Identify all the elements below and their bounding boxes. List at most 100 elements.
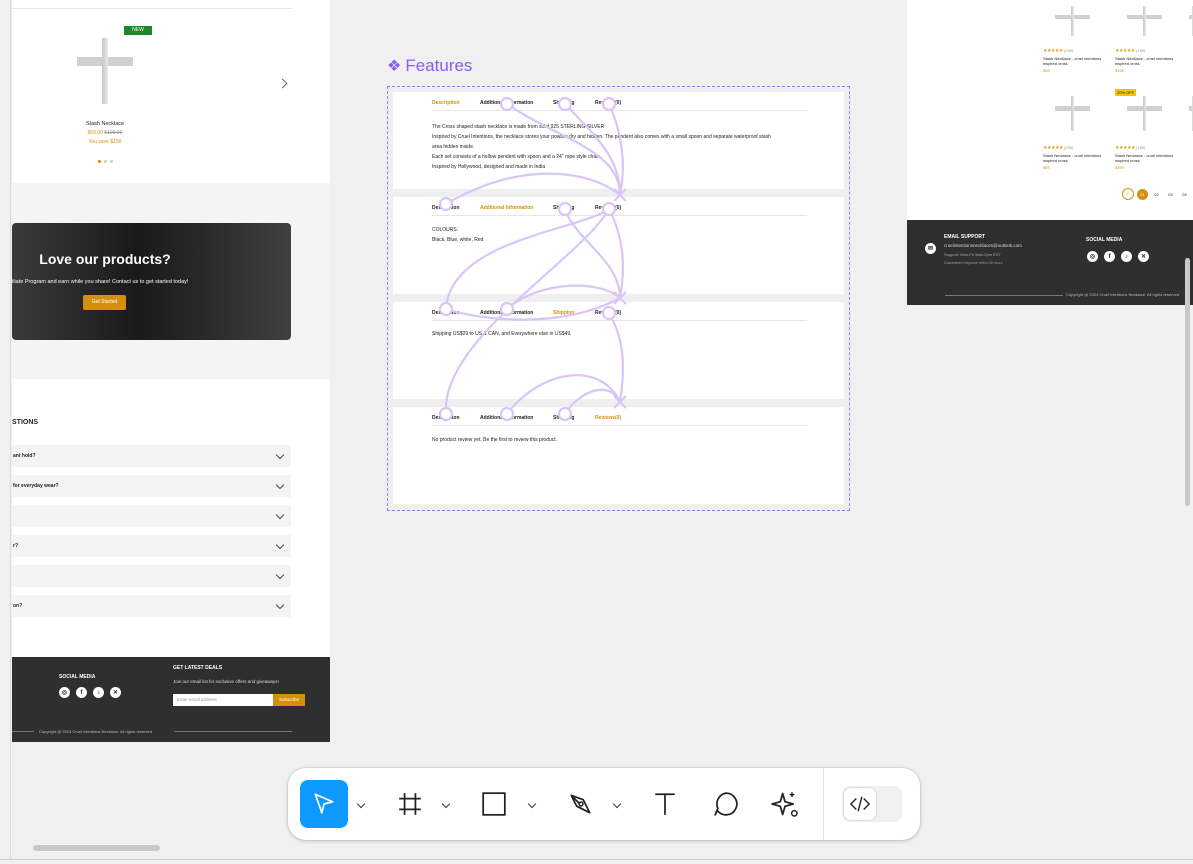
tab-shipping[interactable]: Shipping [553, 310, 574, 316]
toolbar-divider [823, 768, 824, 840]
facebook-icon[interactable]: f [76, 687, 87, 698]
tab-description[interactable]: Description [432, 310, 460, 316]
variant-description[interactable]: Description Additional Information Shipp… [393, 92, 844, 189]
support-email[interactable]: cruelintentionsnecklaces@outlook.com [944, 243, 1022, 248]
text-line: area hidden inside. [432, 144, 475, 150]
product-image[interactable] [1043, 89, 1102, 138]
get-started-button[interactable]: Get Started [83, 295, 126, 310]
left-footer: SOCIAL MEDIA ◎ f ♪ ✕ GET LATEST DEALS Jo… [12, 657, 330, 742]
dot[interactable] [104, 160, 107, 163]
chevron-down-icon[interactable] [275, 540, 285, 549]
right-frame: ★★★★★ (239) Stash Necklace - cruel inten… [907, 0, 1193, 220]
move-tool[interactable] [300, 780, 348, 828]
faq-item[interactable]: on? [12, 595, 291, 617]
variant-additional-info[interactable]: Description Additional Information Shipp… [393, 197, 844, 294]
facebook-icon[interactable]: f [1104, 251, 1115, 262]
rating-stars: ★★★★★ [1043, 145, 1063, 151]
save-text: You save $150 [88, 139, 122, 145]
tab-additional-info[interactable]: Additional Information [480, 205, 533, 211]
faq-item[interactable] [12, 505, 291, 527]
page-button[interactable]: 02 [1151, 189, 1162, 200]
faq-item[interactable]: ant hold? [12, 445, 291, 467]
product-name[interactable]: Stash Necklace [58, 121, 152, 127]
product-card[interactable]: ★★★★★ (189) Stash Necklace - cruel inten… [1115, 145, 1175, 170]
dev-mode-knob[interactable] [844, 788, 876, 820]
canvas-left-border [10, 0, 11, 859]
tab-additional-info[interactable]: Additional Information [480, 310, 533, 316]
chevron-down-icon[interactable] [356, 799, 366, 809]
vertical-scrollbar[interactable] [1185, 258, 1190, 506]
variant-shipping[interactable]: Description Additional Information Shipp… [393, 302, 844, 399]
product-image[interactable] [1187, 89, 1193, 138]
dot-active[interactable] [98, 160, 101, 163]
product-image[interactable] [1115, 89, 1174, 138]
product-image[interactable] [58, 24, 152, 118]
carousel-dots[interactable] [98, 160, 113, 163]
tab-description[interactable]: Description [432, 100, 460, 106]
tab-reviews[interactable]: Reviews(0) [595, 415, 621, 421]
tab-additional-info[interactable]: Additional Information [480, 415, 533, 421]
chevron-down-icon[interactable] [441, 799, 451, 809]
chevron-down-icon[interactable] [275, 570, 285, 579]
text-icon [655, 793, 675, 815]
tab-reviews[interactable]: Reviews(0) [595, 100, 621, 106]
text-tool[interactable] [643, 780, 687, 828]
rating-stars: ★★★★★ [1043, 48, 1063, 54]
tab-description[interactable]: Description [432, 205, 460, 211]
dot[interactable] [110, 160, 113, 163]
x-icon[interactable]: ✕ [1138, 251, 1149, 262]
faq-item[interactable] [12, 565, 291, 587]
chevron-down-icon[interactable] [275, 480, 285, 489]
chevron-down-icon[interactable] [275, 600, 285, 609]
new-badge: NEW [124, 26, 152, 35]
text-line: Inspired by Hollywood, designed and made… [432, 164, 546, 170]
chevron-down-icon[interactable] [527, 799, 537, 809]
product-card[interactable]: ★★★★★ (239) Stash Necklace - cruel inten… [1043, 48, 1103, 73]
x-icon[interactable]: ✕ [110, 687, 121, 698]
variant-reviews[interactable]: Description Additional Information Shipp… [393, 407, 844, 504]
product-image[interactable] [1187, 0, 1193, 42]
tiktok-icon[interactable]: ♪ [1121, 251, 1132, 262]
promo-title: Love our products? [39, 251, 171, 267]
instagram-icon[interactable]: ◎ [1087, 251, 1098, 262]
tab-shipping[interactable]: Shipping [553, 415, 574, 421]
frame-tool[interactable] [388, 780, 432, 828]
tab-shipping[interactable]: Shipping [553, 100, 574, 106]
ai-tool[interactable] [763, 780, 807, 828]
tab-description[interactable]: Description [432, 415, 460, 421]
product-card[interactable]: ★★★★★ (189) Stash Necklace - cruel inten… [1115, 48, 1175, 73]
tab-additional-info[interactable]: Additional Information [480, 100, 533, 106]
page-button[interactable]: 01 [1137, 188, 1148, 200]
cursor-icon [314, 793, 334, 814]
tab-reviews[interactable]: Reviews(0) [595, 205, 621, 211]
features-title: ❖ Features [387, 56, 472, 76]
horizontal-scrollbar[interactable] [33, 845, 160, 851]
comment-tool[interactable] [704, 780, 748, 828]
product-card[interactable]: ★★★★★ (239) Stash Necklace - cruel inten… [1043, 145, 1103, 170]
page-button[interactable]: 03 [1165, 189, 1176, 200]
chevron-down-icon[interactable] [275, 510, 285, 519]
faq-item[interactable]: for everyday wear? [12, 475, 291, 497]
product-image[interactable] [1115, 0, 1174, 42]
tab-reviews[interactable]: Reviews(0) [595, 310, 621, 316]
page-button[interactable]: 04 [1179, 189, 1190, 200]
subscribe-button[interactable]: Subscribe [273, 694, 305, 706]
faq-item[interactable]: r? [12, 535, 291, 557]
tiktok-icon[interactable]: ♪ [93, 687, 104, 698]
shape-tool[interactable] [472, 780, 516, 828]
instagram-icon[interactable]: ◎ [59, 687, 70, 698]
carousel-next-icon[interactable] [277, 78, 288, 89]
rating-stars: ★★★★★ [1115, 48, 1135, 54]
email-input[interactable]: Enter email address [173, 694, 273, 706]
code-icon [850, 796, 870, 812]
chevron-down-icon[interactable] [275, 450, 285, 459]
description-text: The Cross shaped stash necklace is made … [432, 122, 812, 172]
tab-shipping[interactable]: Shipping [553, 205, 574, 211]
prev-page-icon[interactable]: ← [1122, 188, 1134, 200]
pen-tool[interactable] [559, 780, 603, 828]
product-price: $59 [1043, 68, 1050, 73]
promo-banner: Love our products? iliate Program and ea… [12, 223, 291, 340]
chevron-down-icon[interactable] [612, 799, 622, 809]
dev-mode-toggle[interactable] [842, 786, 902, 822]
product-image[interactable] [1043, 0, 1102, 42]
